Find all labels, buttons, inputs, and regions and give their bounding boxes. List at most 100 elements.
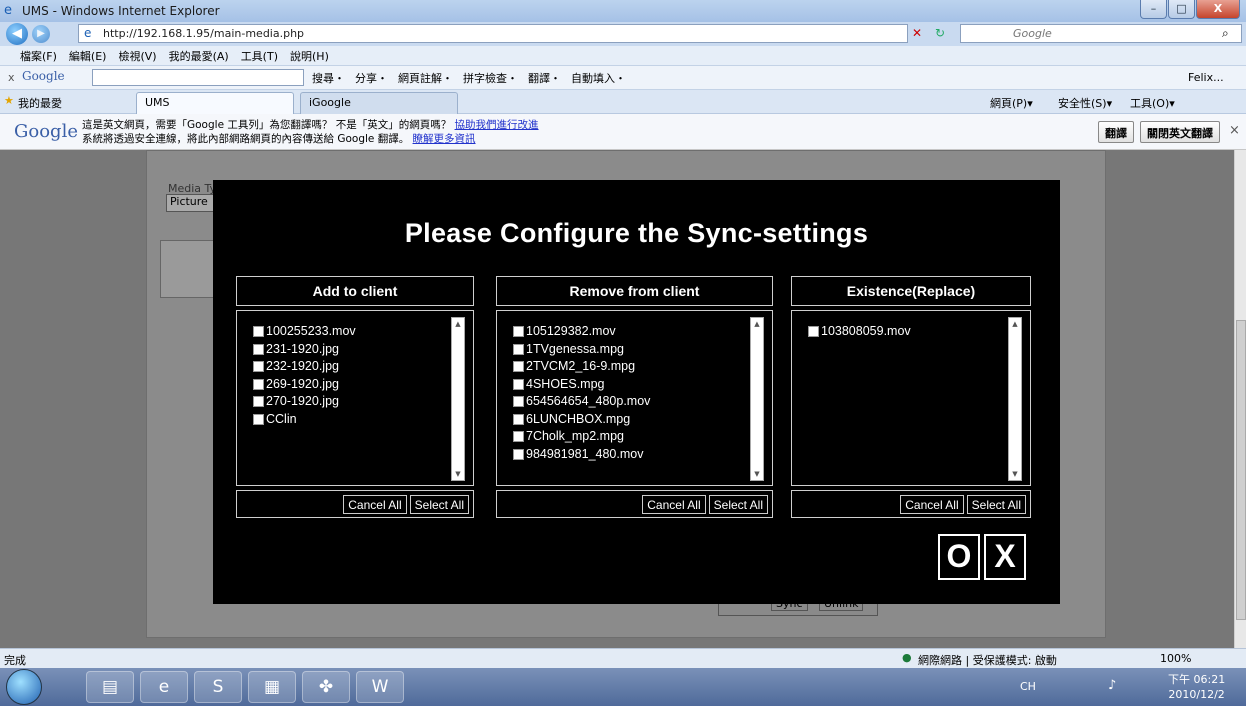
- scroll-down-icon[interactable]: ▼: [751, 468, 763, 480]
- help-improve-link[interactable]: 協助我們進行改進: [455, 119, 539, 131]
- file-item[interactable]: 984981981_480.mov: [513, 446, 650, 464]
- tab-igoogle[interactable]: iGoogle: [300, 92, 458, 114]
- file-checkbox[interactable]: [253, 378, 264, 390]
- list-scrollbar[interactable]: ▲ ▼: [750, 317, 764, 481]
- file-checkbox[interactable]: [513, 413, 524, 425]
- file-checkbox[interactable]: [253, 413, 264, 425]
- close-window-button[interactable]: X: [1196, 0, 1240, 19]
- cancel-all-button[interactable]: Cancel All: [642, 495, 706, 514]
- menu-file[interactable]: 檔案(F): [20, 48, 57, 64]
- file-checkbox[interactable]: [808, 326, 819, 338]
- scroll-up-icon[interactable]: ▲: [452, 318, 464, 330]
- scroll-up-icon[interactable]: ▲: [1009, 318, 1021, 330]
- folder-icon[interactable]: ▦: [248, 671, 296, 703]
- toolbar-autofill[interactable]: 自動填入・: [571, 70, 626, 86]
- menu-help[interactable]: 說明(H): [290, 48, 329, 64]
- list-scrollbar[interactable]: ▲ ▼: [1008, 317, 1022, 481]
- toolbar-translate[interactable]: 翻譯・: [528, 70, 561, 86]
- skype-icon[interactable]: S: [194, 671, 242, 703]
- search-icon[interactable]: ⌕: [1222, 26, 1229, 41]
- file-list-box: 100255233.mov 231-1920.jpg 232-1920.jpg 269…: [236, 310, 474, 486]
- minimize-button[interactable]: –: [1140, 0, 1167, 19]
- file-item[interactable]: 100255233.mov: [253, 323, 356, 341]
- file-item[interactable]: 6LUNCHBOX.mpg: [513, 411, 650, 429]
- file-item[interactable]: 4SHOES.mpg: [513, 376, 650, 394]
- volume-icon[interactable]: ♪: [1108, 678, 1116, 693]
- scroll-down-icon[interactable]: ▼: [1009, 468, 1021, 480]
- file-item[interactable]: CClin: [253, 411, 356, 429]
- close-toolbar-icon[interactable]: x: [8, 71, 15, 84]
- select-all-button[interactable]: Select All: [708, 495, 768, 514]
- file-checkbox[interactable]: [253, 326, 264, 338]
- tools-menu[interactable]: 工具(O)▾: [1130, 95, 1175, 111]
- file-checkbox[interactable]: [253, 361, 264, 373]
- close-dialog-button[interactable]: X: [984, 534, 1026, 580]
- toolbar-user[interactable]: Felix...: [1188, 71, 1224, 84]
- zoom-level[interactable]: 100%: [1160, 652, 1191, 665]
- cancel-all-button[interactable]: Cancel All: [343, 495, 407, 514]
- url-input[interactable]: http://192.168.1.95/main-media.php: [78, 24, 908, 43]
- file-list-box: 103808059.mov ▲ ▼: [791, 310, 1031, 486]
- toolbar-share[interactable]: 分享・: [355, 70, 388, 86]
- file-checkbox[interactable]: [253, 396, 264, 408]
- menu-view[interactable]: 檢視(V): [118, 48, 156, 64]
- clock[interactable]: 下午 06:21 2010/12/2: [1168, 672, 1225, 702]
- translate-button[interactable]: 翻譯: [1098, 121, 1134, 143]
- file-item[interactable]: 654564654_480p.mov: [513, 393, 650, 411]
- file-item[interactable]: 1TVgenessa.mpg: [513, 341, 650, 359]
- safety-menu[interactable]: 安全性(S)▾: [1058, 95, 1112, 111]
- close-translate-button[interactable]: 關閉英文翻譯: [1140, 121, 1220, 143]
- file-item[interactable]: 269-1920.jpg: [253, 376, 356, 394]
- file-checkbox[interactable]: [513, 396, 524, 408]
- search-input[interactable]: Google: [960, 24, 1242, 43]
- scroll-down-icon[interactable]: ▼: [452, 468, 464, 480]
- file-item[interactable]: 231-1920.jpg: [253, 341, 356, 359]
- file-checkbox[interactable]: [253, 343, 264, 355]
- menu-favorites[interactable]: 我的最愛(A): [169, 48, 229, 64]
- file-checkbox[interactable]: [513, 343, 524, 355]
- toolbar-notes[interactable]: 網頁註解・: [398, 70, 453, 86]
- learn-more-link[interactable]: 瞭解更多資訊: [413, 133, 476, 145]
- toolbar-spell[interactable]: 拼字檢查・: [463, 70, 518, 86]
- start-button[interactable]: [6, 669, 42, 705]
- file-item[interactable]: 105129382.mov: [513, 323, 650, 341]
- file-checkbox[interactable]: [513, 448, 524, 460]
- back-button[interactable]: ◀: [6, 23, 28, 45]
- ie-icon[interactable]: e: [140, 671, 188, 703]
- tab-ums[interactable]: UMS: [136, 92, 294, 114]
- scroll-thumb[interactable]: [1236, 320, 1246, 620]
- network-icon[interactable]: ✤: [302, 671, 350, 703]
- list-scrollbar[interactable]: ▲ ▼: [451, 317, 465, 481]
- file-checkbox[interactable]: [513, 431, 524, 443]
- select-all-button[interactable]: Select All: [409, 495, 469, 514]
- toolbar-search[interactable]: 搜尋・: [312, 70, 345, 86]
- favorites-button[interactable]: 我的最愛: [18, 95, 62, 111]
- close-icon[interactable]: ×: [1229, 123, 1240, 138]
- file-item[interactable]: 2TVCM2_16-9.mpg: [513, 358, 650, 376]
- file-checkbox[interactable]: [513, 378, 524, 390]
- file-item[interactable]: 270-1920.jpg: [253, 393, 356, 411]
- file-item[interactable]: 232-1920.jpg: [253, 358, 356, 376]
- file-checkbox[interactable]: [513, 326, 524, 338]
- forward-button[interactable]: ▶: [32, 25, 50, 43]
- add-file-icon[interactable]: [160, 240, 220, 298]
- page-scrollbar[interactable]: [1234, 150, 1246, 648]
- explorer-icon[interactable]: ▤: [86, 671, 134, 703]
- menu-tools[interactable]: 工具(T): [241, 48, 278, 64]
- refresh-icon[interactable]: ↻: [935, 26, 945, 40]
- tab-igoogle-label: iGoogle: [309, 96, 351, 109]
- menu-edit[interactable]: 編輯(E): [69, 48, 107, 64]
- maximize-button[interactable]: □: [1168, 0, 1195, 19]
- google-toolbar-search-input[interactable]: [92, 69, 304, 86]
- word-icon[interactable]: W: [356, 671, 404, 703]
- file-checkbox[interactable]: [513, 361, 524, 373]
- cancel-all-button[interactable]: Cancel All: [900, 495, 964, 514]
- scroll-up-icon[interactable]: ▲: [751, 318, 763, 330]
- stop-icon[interactable]: ✕: [912, 26, 922, 40]
- file-item[interactable]: 7Cholk_mp2.mpg: [513, 428, 650, 446]
- select-all-button[interactable]: Select All: [966, 495, 1026, 514]
- language-indicator[interactable]: CH: [1020, 680, 1036, 693]
- ok-button[interactable]: O: [938, 534, 980, 580]
- page-menu[interactable]: 網頁(P)▾: [990, 95, 1033, 111]
- file-item[interactable]: 103808059.mov: [808, 323, 911, 341]
